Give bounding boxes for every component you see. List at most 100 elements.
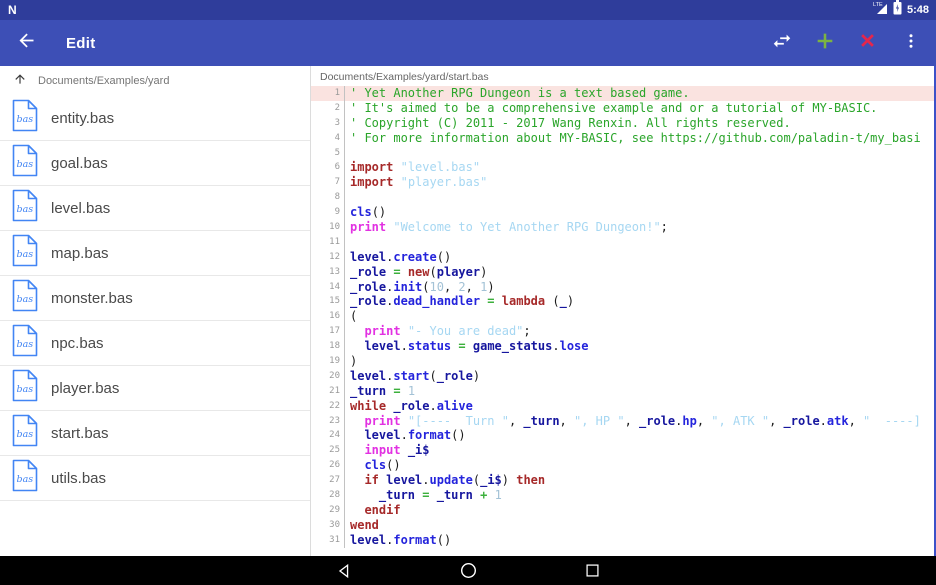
file-label: monster.bas (51, 289, 133, 307)
file-label: entity.bas (51, 109, 115, 127)
code-line: 23 print "[---- Turn ", _turn, ", HP ", … (311, 413, 934, 429)
file-list-item[interactable]: bas entity.bas (0, 96, 310, 141)
svg-text:bas: bas (17, 384, 34, 395)
file-list-item[interactable]: bas player.bas (0, 366, 310, 411)
code-line-text: ' Copyright (C) 2011 - 2017 Wang Renxin.… (350, 115, 791, 130)
code-line: 6 import "level.bas" (311, 160, 934, 176)
close-button[interactable] (846, 20, 889, 66)
line-number: 19 (311, 354, 345, 369)
code-line: 10 print "Welcome to Yet Another RPG Dung… (311, 220, 934, 235)
code-line-text: if level.update(_i$) then (364, 473, 546, 488)
add-button[interactable] (803, 20, 846, 66)
file-label: utils.bas (51, 469, 107, 487)
code-line-text: ' Yet Another RPG Dungeon is a text base… (350, 86, 690, 100)
file-label: npc.bas (51, 334, 104, 352)
svg-text:bas: bas (17, 114, 34, 125)
overflow-menu-button[interactable] (889, 20, 932, 66)
file-list-item[interactable]: bas monster.bas (0, 276, 310, 321)
code-line-text: while _role.alive (350, 398, 473, 413)
line-number: 29 (311, 502, 345, 518)
line-number: 14 (311, 279, 345, 295)
line-number: 26 (311, 458, 345, 474)
line-number: 11 (311, 234, 345, 250)
nav-back-button[interactable] (334, 556, 354, 585)
file-list-item[interactable]: bas level.bas (0, 186, 310, 231)
svg-text:bas: bas (17, 429, 34, 440)
file-list-item[interactable]: bas npc.bas (0, 321, 310, 366)
code-line-text: ( (350, 309, 358, 324)
file-list-item[interactable]: bas start.bas (0, 411, 310, 456)
code-line: 1 ' Yet Another RPG Dungeon is a text bas… (311, 86, 934, 101)
code-line-text: level.format() (364, 428, 466, 443)
line-number: 25 (311, 443, 345, 459)
code-line: 12 level.create() (311, 249, 934, 265)
code-line-text: cls() (364, 458, 401, 473)
line-number: 8 (311, 190, 345, 206)
file-list-item[interactable]: bas utils.bas (0, 456, 310, 501)
bas-file-icon: bas (12, 324, 38, 362)
svg-text:LTE: LTE (873, 2, 883, 8)
screen: N LTE 5:48 Edit Documents/Examples/yard … (0, 0, 936, 585)
line-number: 21 (311, 383, 345, 399)
line-number: 20 (311, 368, 345, 384)
file-panel: Documents/Examples/yard bas entity.bas b… (0, 66, 311, 556)
bas-file-icon: bas (12, 189, 38, 227)
code-line: 15 _role.dead_handler = lambda (_) (311, 294, 934, 310)
code-line: 30 wend (311, 517, 934, 533)
line-number: 6 (311, 160, 345, 176)
bas-file-icon: bas (12, 234, 38, 272)
code-line: 21 _turn = 1 (311, 383, 934, 399)
navigation-bar (0, 556, 936, 585)
line-number: 22 (311, 398, 345, 414)
svg-text:bas: bas (17, 204, 34, 215)
code-line-text: print "[---- Turn ", _turn, ", HP ", _ro… (364, 413, 921, 428)
nav-recents-button[interactable] (582, 556, 602, 585)
bas-file-icon: bas (12, 99, 38, 137)
nav-home-button[interactable] (458, 556, 478, 585)
code-line: 9 cls() (311, 205, 934, 221)
line-number: 30 (311, 517, 345, 533)
bas-file-icon: bas (12, 144, 38, 182)
code-area[interactable]: 1 ' Yet Another RPG Dungeon is a text bas… (311, 86, 934, 548)
svg-text:bas: bas (17, 159, 34, 170)
code-line: 25 input _i$ (311, 443, 934, 459)
line-number: 5 (311, 145, 345, 161)
code-line: 13 _role = new(player) (311, 264, 934, 280)
swap-button[interactable] (760, 20, 803, 66)
bas-file-icon: bas (12, 279, 38, 317)
code-line-text: _role.init(10, 2, 1) (350, 279, 495, 294)
code-line: 26 cls() (311, 458, 934, 474)
signal-icon: LTE (873, 0, 888, 20)
appbar-actions (760, 20, 936, 66)
line-number: 16 (311, 309, 345, 325)
code-line: 5 (311, 145, 934, 161)
file-list-item[interactable]: bas goal.bas (0, 141, 310, 186)
code-line: 24 level.format() (311, 428, 934, 444)
back-button[interactable] (0, 20, 52, 66)
file-label: player.bas (51, 379, 120, 397)
line-number: 28 (311, 488, 345, 503)
editor-panel: Documents/Examples/yard/start.bas 1 ' Yet… (311, 66, 936, 556)
code-line-text: _turn = _turn + 1 (378, 488, 502, 503)
line-number: 12 (311, 249, 345, 265)
up-directory-button[interactable] (13, 72, 27, 91)
code-line-text: input _i$ (364, 443, 430, 458)
app-bar: Edit (0, 20, 936, 66)
code-line-text: level.format() (350, 532, 452, 547)
code-line: 17 print "- You are dead"; (311, 324, 934, 340)
svg-text:bas: bas (17, 249, 34, 260)
code-line-text: level.start(_role) (350, 368, 481, 383)
svg-text:bas: bas (17, 294, 34, 305)
code-line: 20 level.start(_role) (311, 368, 934, 384)
code-line: 3 ' Copyright (C) 2011 - 2017 Wang Renxin… (311, 115, 934, 131)
file-list-item[interactable]: bas map.bas (0, 231, 310, 276)
code-line: 7 import "player.bas" (311, 175, 934, 191)
file-label: map.bas (51, 244, 109, 262)
code-line-text: _role.dead_handler = lambda (_) (350, 294, 575, 309)
bas-file-icon: bas (12, 414, 38, 452)
plus-icon (814, 30, 836, 57)
code-line-text: ) (350, 354, 358, 369)
code-line-text: _turn = 1 (350, 383, 416, 398)
